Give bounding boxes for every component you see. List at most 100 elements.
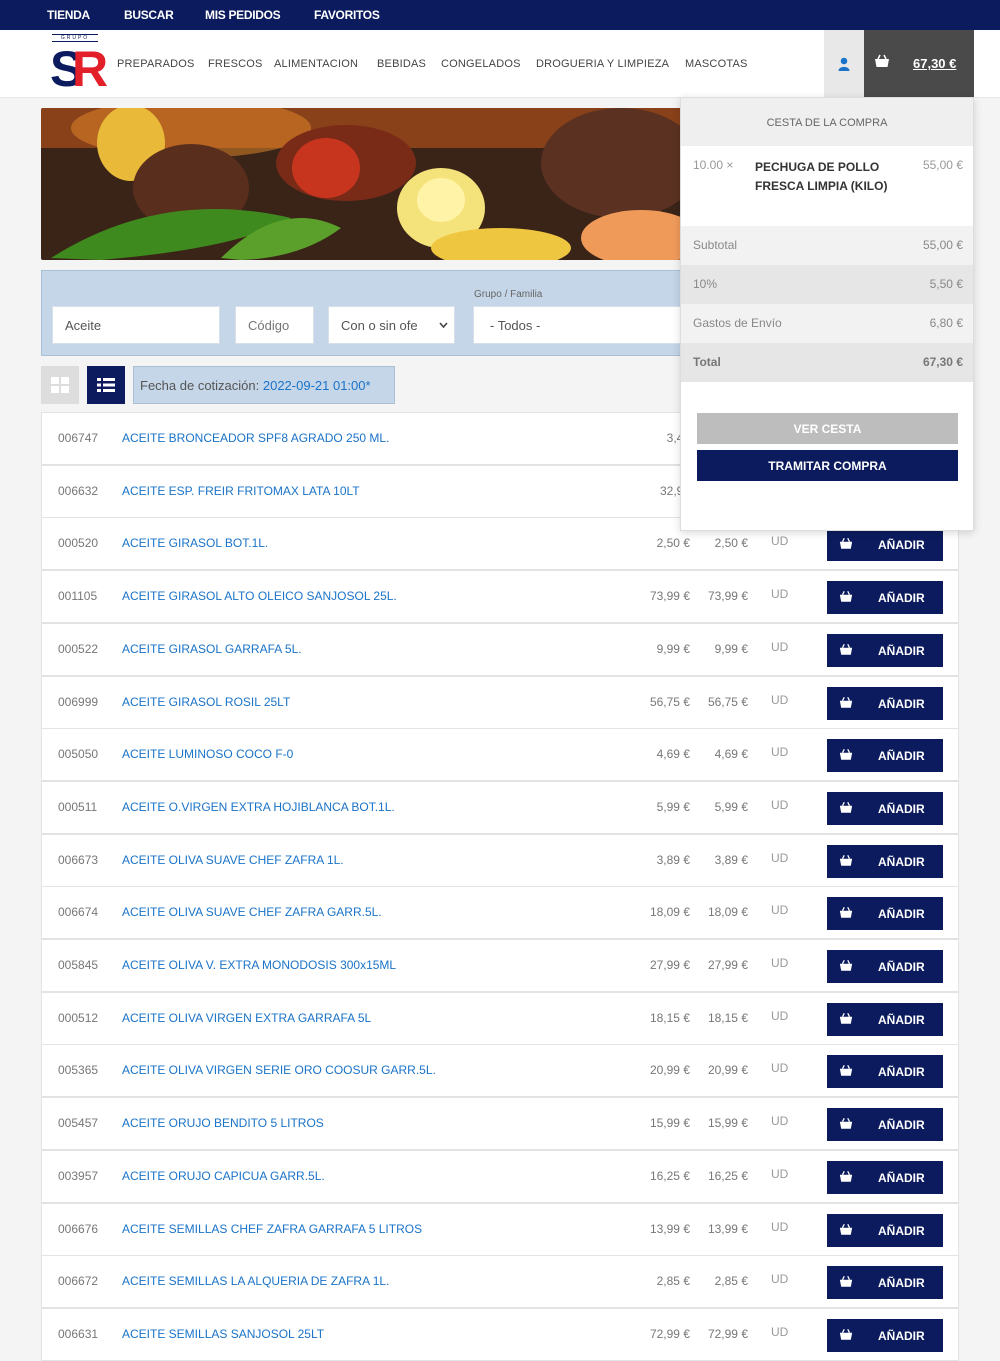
product-name-link[interactable]: ACEITE GIRASOL BOT.1L. <box>122 536 268 550</box>
add-button-label: AÑADIR <box>878 1328 925 1343</box>
add-to-cart-button[interactable]: AÑADIR <box>827 844 943 878</box>
product-unit: UD <box>771 1061 789 1076</box>
table-row: 000512 ACEITE OLIVA VIRGEN EXTRA GARRAFA … <box>41 991 959 1045</box>
list-view-button[interactable] <box>87 366 125 404</box>
product-code: 000520 <box>58 536 99 551</box>
table-row: 000522 ACEITE GIRASOL GARRAFA 5L. 9,99 € 9,… <box>41 622 959 676</box>
add-to-cart-button[interactable]: AÑADIR <box>827 1266 943 1300</box>
add-to-cart-button[interactable]: AÑADIR <box>827 791 943 825</box>
basket-icon <box>839 1328 853 1344</box>
product-price: 4,69 € <box>656 747 690 762</box>
list-icon <box>97 378 115 392</box>
add-to-cart-button[interactable]: AÑADIR <box>827 633 943 667</box>
product-name-link[interactable]: ACEITE SEMILLAS CHEF ZAFRA GARRAFA 5 LIT… <box>122 1222 422 1236</box>
category-drogueria[interactable]: DROGUERIA Y LIMPIEZA <box>536 58 669 70</box>
product-name-link[interactable]: ACEITE LUMINOSO COCO F-0 <box>122 747 293 761</box>
product-name-link[interactable]: ACEITE OLIVA VIRGEN SERIE ORO COOSUR GAR… <box>122 1063 436 1077</box>
add-button-label: AÑADIR <box>878 1276 925 1291</box>
user-button[interactable] <box>824 30 864 97</box>
cart-item-price: 55,00 € <box>922 158 963 172</box>
add-to-cart-button[interactable]: AÑADIR <box>827 686 943 720</box>
product-price: 73,99 € <box>649 589 690 604</box>
add-to-cart-button[interactable]: AÑADIR <box>827 1055 943 1089</box>
product-name-link[interactable]: ACEITE ORUJO BENDITO 5 LITROS <box>122 1116 324 1130</box>
product-name-link[interactable]: ACEITE SEMILLAS LA ALQUERIA DE ZAFRA 1L. <box>122 1274 389 1288</box>
quote-date-value[interactable]: 2022-09-21 01:00* <box>263 378 371 393</box>
quote-date-label: Fecha de cotización: <box>140 378 260 393</box>
category-bebidas[interactable]: BEBIDAS <box>377 58 426 70</box>
product-code: 001105 <box>58 589 98 604</box>
product-name-link[interactable]: ACEITE O.VIRGEN EXTRA HOJIBLANCA BOT.1L. <box>122 800 395 814</box>
category-alimentacion[interactable]: ALIMENTACION <box>274 58 358 70</box>
add-to-cart-button[interactable]: AÑADIR <box>827 739 943 773</box>
add-to-cart-button[interactable]: AÑADIR <box>827 581 943 615</box>
product-price: 18,15 € <box>649 1010 690 1025</box>
product-unit: UD <box>771 1166 789 1181</box>
nav-favoritos[interactable]: FAVORITOS <box>314 8 380 22</box>
banner-image <box>41 108 681 260</box>
product-name-link[interactable]: ACEITE ESP. FREIR FRITOMAX LATA 10LT <box>122 484 360 498</box>
product-unit: UD <box>771 639 789 654</box>
product-price-2: 56,75 € <box>707 694 748 709</box>
product-price-2: 16,25 € <box>707 1168 748 1183</box>
product-name-link[interactable]: ACEITE BRONCEADOR SPF8 AGRADO 250 ML. <box>122 431 389 445</box>
product-name-link[interactable]: ACEITE OLIVA V. EXTRA MONODOSIS 300x15ML <box>122 958 396 972</box>
product-unit: UD <box>771 745 789 760</box>
grid-view-button[interactable] <box>41 366 79 404</box>
add-button-label: AÑADIR <box>878 801 925 816</box>
cart-dropdown: CESTA DE LA COMPRA 10.00 × PECHUGA DE PO… <box>680 97 974 531</box>
nav-buscar[interactable]: BUSCAR <box>124 8 174 22</box>
cart-button[interactable]: 67,30 € <box>864 30 974 97</box>
product-code: 000512 <box>58 1010 99 1025</box>
category-preparados[interactable]: PREPARADOS <box>117 58 195 70</box>
product-name-link[interactable]: ACEITE GIRASOL GARRAFA 5L. <box>122 642 302 656</box>
cart-subtotal-label: Subtotal <box>693 238 738 252</box>
add-to-cart-button[interactable]: AÑADIR <box>827 1318 943 1352</box>
brand-logo[interactable]: GRUPO S R <box>48 34 108 97</box>
product-code: 005050 <box>58 747 99 762</box>
product-name-link[interactable]: ACEITE OLIVA VIRGEN EXTRA GARRAFA 5L <box>122 1011 371 1025</box>
basket-icon <box>839 1064 853 1080</box>
product-unit: UD <box>771 797 789 812</box>
offer-select[interactable]: Con o sin ofe <box>328 306 455 344</box>
add-to-cart-button[interactable]: AÑADIR <box>827 897 943 931</box>
add-to-cart-button[interactable]: AÑADIR <box>827 950 943 983</box>
product-code: 005365 <box>58 1063 99 1078</box>
cart-item-qty: 10.00 × <box>693 158 734 172</box>
add-to-cart-button[interactable]: AÑADIR <box>827 1002 943 1036</box>
category-congelados[interactable]: CONGELADOS <box>441 58 521 70</box>
add-to-cart-button[interactable]: AÑADIR <box>827 1108 943 1142</box>
group-label: Grupo / Familia <box>474 289 543 300</box>
product-name-link[interactable]: ACEITE GIRASOL ROSIL 25LT <box>122 695 290 709</box>
search-input[interactable] <box>52 306 220 344</box>
basket-icon <box>839 854 853 870</box>
category-mascotas[interactable]: MASCOTAS <box>685 58 748 70</box>
nav-tienda[interactable]: TIENDA <box>47 8 90 22</box>
basket-icon <box>839 1275 853 1291</box>
product-price-2: 18,09 € <box>707 905 748 920</box>
nav-mis-pedidos[interactable]: MIS PEDIDOS <box>205 8 281 22</box>
category-frescos[interactable]: FRESCOS <box>208 58 263 70</box>
table-row: 005050 ACEITE LUMINOSO COCO F-0 4,69 € 4,69… <box>41 728 959 782</box>
product-name-link[interactable]: ACEITE OLIVA SUAVE CHEF ZAFRA 1L. <box>122 853 344 867</box>
table-row: 005365 ACEITE OLIVA VIRGEN SERIE ORO COOS… <box>41 1044 959 1098</box>
add-to-cart-button[interactable]: AÑADIR <box>827 528 943 562</box>
group-select[interactable]: - Todos - <box>473 306 683 344</box>
product-code: 005457 <box>58 1116 99 1131</box>
add-to-cart-button[interactable]: AÑADIR <box>827 1160 943 1194</box>
cart-total-link[interactable]: 67,30 € <box>913 56 956 71</box>
product-price: 15,99 € <box>649 1116 690 1131</box>
product-name-link[interactable]: ACEITE ORUJO CAPICUA GARR.5L. <box>122 1169 325 1183</box>
product-code: 006673 <box>58 852 99 867</box>
cart-item-name[interactable]: PECHUGA DE POLLO FRESCA LIMPIA (KILO) <box>755 158 905 196</box>
cart-total-value: 67,30 € <box>922 355 963 369</box>
group-select-value: - Todos - <box>490 318 541 333</box>
product-code: 006676 <box>58 1221 99 1236</box>
product-name-link[interactable]: ACEITE GIRASOL ALTO OLEICO SANJOSOL 25L. <box>122 589 397 603</box>
code-input[interactable] <box>235 306 314 344</box>
add-to-cart-button[interactable]: AÑADIR <box>827 1213 943 1247</box>
checkout-button[interactable]: TRAMITAR COMPRA <box>697 450 958 481</box>
add-button-label: AÑADIR <box>878 1012 925 1027</box>
view-cart-button[interactable]: VER CESTA <box>697 413 958 444</box>
product-name-link[interactable]: ACEITE OLIVA SUAVE CHEF ZAFRA GARR.5L. <box>122 905 382 919</box>
